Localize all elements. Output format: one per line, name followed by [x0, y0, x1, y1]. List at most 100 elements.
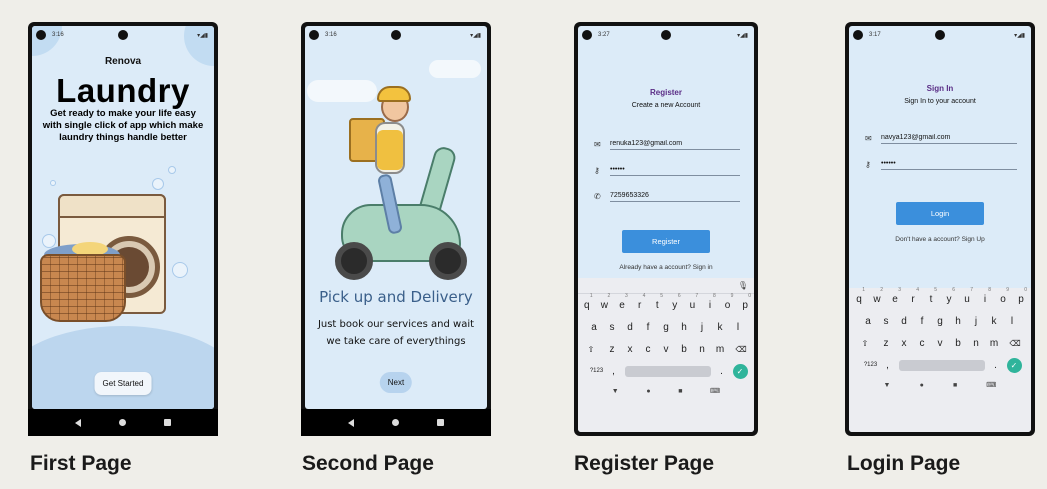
back-icon[interactable]	[75, 418, 81, 427]
status-bar: 3:16 ▾◢▮	[32, 26, 214, 44]
key-i[interactable]: 8i	[701, 293, 719, 311]
space-key[interactable]	[624, 365, 711, 377]
key-o[interactable]: 9o	[994, 287, 1012, 305]
screen-register-page: 3:27 ▾◢▮ Register Create a new Account ✉…	[578, 26, 754, 432]
key-n[interactable]: n	[967, 338, 985, 349]
symbols-key[interactable]: ?123	[585, 368, 609, 374]
get-started-button[interactable]: Get Started	[94, 372, 152, 395]
key-x[interactable]: x	[895, 338, 913, 349]
key-o[interactable]: 9o	[719, 293, 737, 311]
wheel-icon	[335, 242, 373, 280]
keyboard-switch-icon[interactable]: ⌨	[986, 381, 996, 389]
home-icon[interactable]: ●	[646, 388, 650, 395]
key-e[interactable]: 3e	[886, 287, 904, 305]
login-button[interactable]: Login	[896, 202, 984, 225]
key-t[interactable]: 5t	[648, 293, 666, 311]
key-l[interactable]: l	[729, 322, 747, 333]
sign-in-link[interactable]: Already have a account? Sign in	[578, 264, 754, 271]
key-w[interactable]: 2w	[868, 287, 886, 305]
symbols-key[interactable]: ?123	[859, 362, 883, 368]
key-y[interactable]: 6y	[666, 293, 684, 311]
status-time: 3:27	[598, 32, 610, 38]
keyboard-switch-icon[interactable]: ⌨	[710, 387, 720, 395]
key-r[interactable]: 4r	[631, 293, 649, 311]
key-a[interactable]: a	[585, 322, 603, 333]
key-row-1: 1q 2w 3e 4r 5t 6y 7u 8i 9o 0p	[578, 293, 754, 316]
backspace-key-icon[interactable]: ⌫	[729, 345, 753, 354]
key-f[interactable]: f	[639, 322, 657, 333]
home-icon[interactable]: ●	[920, 382, 924, 389]
key-w[interactable]: 2w	[596, 293, 614, 311]
home-icon[interactable]	[119, 419, 126, 426]
key-d[interactable]: d	[621, 322, 639, 333]
key-u[interactable]: 7u	[958, 287, 976, 305]
back-icon[interactable]	[348, 418, 354, 427]
keyboard-nav-bar: ▼ ● ■ ⌨	[849, 376, 1031, 394]
key-g[interactable]: g	[931, 316, 949, 327]
key-l[interactable]: l	[1003, 316, 1021, 327]
key-a[interactable]: a	[859, 316, 877, 327]
key-y[interactable]: 6y	[940, 287, 958, 305]
key-t[interactable]: 5t	[922, 287, 940, 305]
backspace-key-icon[interactable]: ⌫	[1003, 339, 1027, 348]
key-r[interactable]: 4r	[904, 287, 922, 305]
comma-key[interactable]: ,	[609, 366, 619, 377]
register-button[interactable]: Register	[622, 230, 710, 253]
key-x[interactable]: x	[621, 344, 639, 355]
recent-apps-icon[interactable]	[437, 419, 444, 426]
recent-apps-icon[interactable]: ■	[678, 388, 682, 395]
phone-input[interactable]	[610, 191, 740, 202]
recent-apps-icon[interactable]: ■	[953, 382, 957, 389]
key-z[interactable]: z	[603, 344, 621, 355]
key-c[interactable]: c	[913, 338, 931, 349]
key-q[interactable]: 1q	[850, 287, 868, 305]
key-n[interactable]: n	[693, 344, 711, 355]
shift-key-icon[interactable]: ⇧	[579, 345, 603, 354]
key-q[interactable]: 1q	[578, 293, 596, 311]
key-p[interactable]: 0p	[1012, 287, 1030, 305]
shift-key-icon[interactable]: ⇧	[853, 339, 877, 348]
key-k[interactable]: k	[985, 316, 1003, 327]
key-v[interactable]: v	[931, 338, 949, 349]
key-c[interactable]: c	[639, 344, 657, 355]
email-field: ✉	[865, 130, 1017, 144]
home-icon[interactable]	[392, 419, 399, 426]
key-p[interactable]: 0p	[736, 293, 754, 311]
key-d[interactable]: d	[895, 316, 913, 327]
email-input[interactable]	[881, 133, 1017, 144]
key-h[interactable]: h	[675, 322, 693, 333]
hide-keyboard-icon[interactable]: ▼	[612, 388, 619, 395]
key-u[interactable]: 7u	[684, 293, 702, 311]
period-key[interactable]: .	[717, 366, 727, 377]
enter-key-icon[interactable]: ✓	[732, 363, 748, 379]
key-g[interactable]: g	[657, 322, 675, 333]
key-j[interactable]: j	[693, 322, 711, 333]
password-input[interactable]	[881, 159, 1017, 170]
password-input[interactable]	[610, 165, 740, 176]
hide-keyboard-icon[interactable]: ▼	[884, 382, 891, 389]
key-i[interactable]: 8i	[976, 287, 994, 305]
key-s[interactable]: s	[603, 322, 621, 333]
key-m[interactable]: m	[711, 344, 729, 355]
key-z[interactable]: z	[877, 338, 895, 349]
next-button[interactable]: Next	[379, 372, 413, 393]
key-k[interactable]: k	[711, 322, 729, 333]
space-key[interactable]	[898, 359, 985, 371]
key-e[interactable]: 3e	[613, 293, 631, 311]
key-j[interactable]: j	[967, 316, 985, 327]
comma-key[interactable]: ,	[883, 360, 893, 371]
mic-icon[interactable]: 🎙︎	[738, 281, 748, 290]
key-b[interactable]: b	[675, 344, 693, 355]
key-m[interactable]: m	[985, 338, 1003, 349]
enter-key-icon[interactable]: ✓	[1006, 357, 1022, 373]
key-h[interactable]: h	[949, 316, 967, 327]
signal-battery-icon: ▾◢▮	[737, 32, 748, 39]
key-f[interactable]: f	[913, 316, 931, 327]
sign-up-link[interactable]: Don't have a account? Sign Up	[849, 236, 1031, 243]
period-key[interactable]: .	[991, 360, 1001, 371]
recent-apps-icon[interactable]	[164, 419, 171, 426]
key-v[interactable]: v	[657, 344, 675, 355]
key-s[interactable]: s	[877, 316, 895, 327]
email-input[interactable]	[610, 139, 740, 150]
key-b[interactable]: b	[949, 338, 967, 349]
